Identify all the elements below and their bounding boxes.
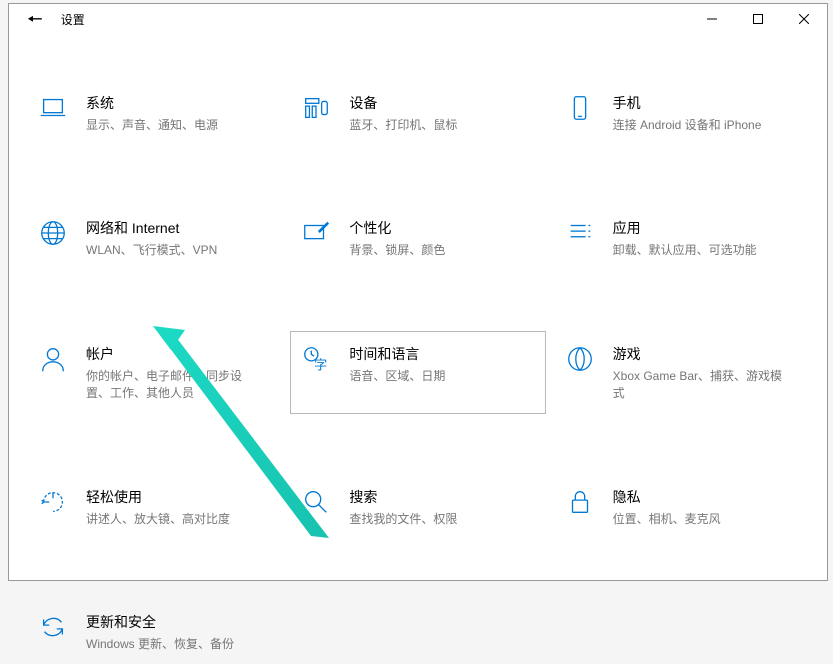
time-language-icon: 字: [299, 342, 333, 376]
titlebar: 🠔 设置: [9, 4, 827, 34]
tile-subtitle: 显示、声音、通知、电源: [86, 117, 218, 134]
tile-body: 个性化 背景、锁屏、颜色: [349, 216, 445, 259]
back-button[interactable]: 🠔: [27, 10, 43, 28]
tile-update-security[interactable]: 更新和安全 Windows 更新、恢复、备份: [27, 599, 282, 664]
tile-title: 帐户: [86, 344, 256, 364]
tile-apps[interactable]: 应用 卸载、默认应用、可选功能: [554, 205, 809, 270]
tile-title: 系统: [86, 93, 218, 113]
person-icon: [36, 342, 70, 376]
tile-body: 游戏 Xbox Game Bar、捕获、游戏模式: [613, 342, 783, 403]
tile-title: 搜索: [349, 487, 457, 507]
tile-network[interactable]: 网络和 Internet WLAN、飞行模式、VPN: [27, 205, 282, 270]
apps-icon: [563, 216, 597, 250]
tile-title: 个性化: [349, 218, 445, 238]
tile-title: 应用: [613, 218, 757, 238]
ease-of-access-icon: [36, 485, 70, 519]
tile-devices[interactable]: 设备 蓝牙、打印机、鼠标: [290, 80, 545, 145]
tile-accounts[interactable]: 帐户 你的帐户、电子邮件、同步设置、工作、其他人员: [27, 331, 282, 414]
settings-grid: 系统 显示、声音、通知、电源 设备 蓝牙、打印机、鼠标 手机 连接 Androi…: [9, 34, 827, 664]
tile-subtitle: Xbox Game Bar、捕获、游戏模式: [613, 368, 783, 403]
update-icon: [36, 610, 70, 644]
tile-title: 轻松使用: [86, 487, 230, 507]
tile-subtitle: WLAN、飞行模式、VPN: [86, 242, 217, 259]
tile-body: 系统 显示、声音、通知、电源: [86, 91, 218, 134]
tile-subtitle: Windows 更新、恢复、备份: [86, 636, 234, 653]
settings-window: 🠔 设置 系统 显示、声音、通知、电源: [8, 3, 828, 581]
close-button[interactable]: [781, 4, 827, 34]
svg-text:字: 字: [314, 357, 327, 372]
tile-title: 更新和安全: [86, 612, 234, 632]
titlebar-left: 🠔 设置: [9, 10, 85, 28]
tile-title: 游戏: [613, 344, 783, 364]
tile-title: 时间和语言: [349, 344, 445, 364]
tile-subtitle: 连接 Android 设备和 iPhone: [613, 117, 762, 134]
tile-body: 设备 蓝牙、打印机、鼠标: [349, 91, 457, 134]
tile-subtitle: 蓝牙、打印机、鼠标: [349, 117, 457, 134]
gaming-icon: [563, 342, 597, 376]
tile-subtitle: 你的帐户、电子邮件、同步设置、工作、其他人员: [86, 368, 256, 403]
tile-title: 设备: [349, 93, 457, 113]
tile-subtitle: 位置、相机、麦克风: [613, 511, 721, 528]
tile-title: 隐私: [613, 487, 721, 507]
tile-body: 隐私 位置、相机、麦克风: [613, 485, 721, 528]
search-icon: [299, 485, 333, 519]
globe-icon: [36, 216, 70, 250]
tile-body: 手机 连接 Android 设备和 iPhone: [613, 91, 762, 134]
tile-subtitle: 语音、区域、日期: [349, 368, 445, 385]
tile-subtitle: 背景、锁屏、颜色: [349, 242, 445, 259]
tile-system[interactable]: 系统 显示、声音、通知、电源: [27, 80, 282, 145]
tile-body: 搜索 查找我的文件、权限: [349, 485, 457, 528]
maximize-button[interactable]: [735, 4, 781, 34]
window-title: 设置: [61, 11, 85, 28]
personalization-icon: [299, 216, 333, 250]
tile-ease-of-access[interactable]: 轻松使用 讲述人、放大镜、高对比度: [27, 474, 282, 539]
phone-icon: [563, 91, 597, 125]
tile-body: 更新和安全 Windows 更新、恢复、备份: [86, 610, 234, 653]
window-controls: [689, 4, 827, 34]
tile-body: 应用 卸载、默认应用、可选功能: [613, 216, 757, 259]
laptop-icon: [36, 91, 70, 125]
tile-subtitle: 讲述人、放大镜、高对比度: [86, 511, 230, 528]
tile-body: 帐户 你的帐户、电子邮件、同步设置、工作、其他人员: [86, 342, 256, 403]
lock-icon: [563, 485, 597, 519]
devices-icon: [299, 91, 333, 125]
tile-time-language[interactable]: 字 时间和语言 语音、区域、日期: [290, 331, 545, 414]
tile-body: 轻松使用 讲述人、放大镜、高对比度: [86, 485, 230, 528]
tile-personalization[interactable]: 个性化 背景、锁屏、颜色: [290, 205, 545, 270]
tile-subtitle: 查找我的文件、权限: [349, 511, 457, 528]
tile-body: 时间和语言 语音、区域、日期: [349, 342, 445, 385]
tile-gaming[interactable]: 游戏 Xbox Game Bar、捕获、游戏模式: [554, 331, 809, 414]
tile-title: 手机: [613, 93, 762, 113]
tile-subtitle: 卸载、默认应用、可选功能: [613, 242, 757, 259]
tile-privacy[interactable]: 隐私 位置、相机、麦克风: [554, 474, 809, 539]
tile-body: 网络和 Internet WLAN、飞行模式、VPN: [86, 216, 217, 259]
tile-search[interactable]: 搜索 查找我的文件、权限: [290, 474, 545, 539]
tile-title: 网络和 Internet: [86, 218, 217, 238]
tile-phone[interactable]: 手机 连接 Android 设备和 iPhone: [554, 80, 809, 145]
minimize-button[interactable]: [689, 4, 735, 34]
